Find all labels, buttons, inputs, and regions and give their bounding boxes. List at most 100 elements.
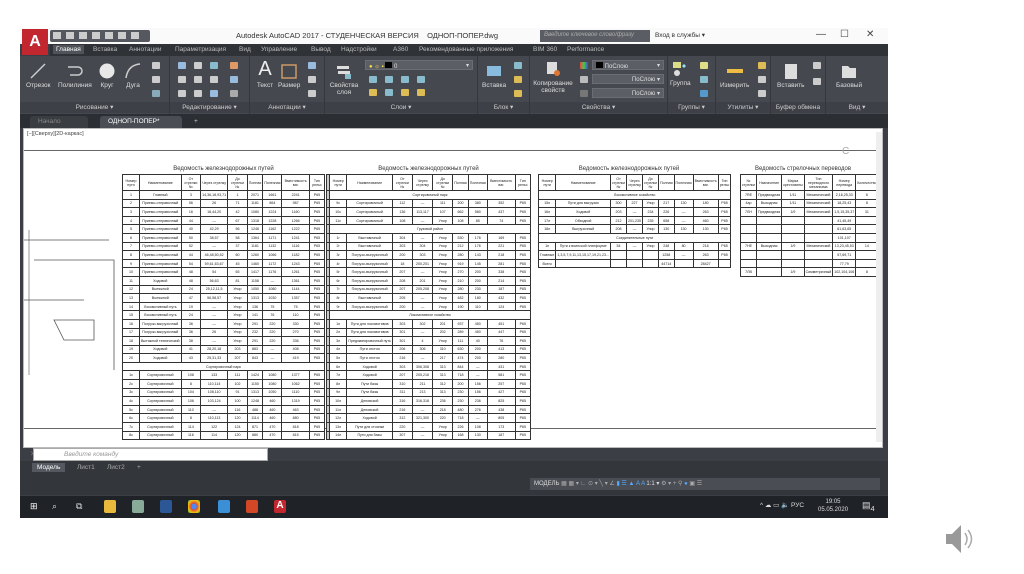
erase-icon[interactable] [230,62,238,69]
tab-featured-apps[interactable]: Рекомендованные приложения [416,45,516,54]
print-icon[interactable] [105,32,113,39]
photos-icon[interactable] [218,500,230,513]
create-block-icon[interactable] [514,62,522,69]
clipboard-panel-label[interactable]: Буфер обмена [771,102,825,113]
block-panel-label[interactable]: Блок ▾ [478,102,529,113]
customize-icon[interactable]: ▣ ☰ [688,481,702,487]
base-view-tool[interactable]: Базовый [836,62,862,89]
viewport-controls[interactable]: [−][Сверху][2D-каркас] [27,131,84,137]
task-view-icon[interactable]: ⧉ [76,501,82,512]
powerpoint-icon[interactable] [246,500,258,513]
id-point-icon[interactable] [758,76,766,83]
saveas-icon[interactable] [92,32,100,39]
layer-tool-icon[interactable] [369,76,377,83]
tab-addins[interactable]: Надстройки [338,45,380,54]
tab-sheet2[interactable]: Лист2 [102,463,130,472]
scale-icon[interactable] [194,90,202,97]
edit-attribute-icon[interactable] [514,90,522,97]
undo-icon[interactable] [118,32,126,39]
maximize-button[interactable]: ☐ [840,29,849,40]
explode-icon[interactable] [230,76,238,83]
cut-icon[interactable] [813,62,821,69]
region-icon[interactable] [152,90,160,97]
tab-bim360[interactable]: BIM 360 [530,45,560,54]
move-icon[interactable] [178,62,186,69]
group-tool[interactable]: Группа [670,60,691,87]
group-edit-icon[interactable] [700,76,708,83]
app-icon[interactable] [132,500,144,513]
new-tab-button[interactable]: + [186,116,206,128]
properties-panel-label[interactable]: Свойства ▾ [530,102,667,113]
add-layout-button[interactable]: + [132,463,146,472]
paste-tool[interactable]: Вставить [777,62,805,89]
redo-icon[interactable] [131,32,139,39]
arc-tool[interactable]: Дуга [124,62,142,89]
layer-dropdown[interactable]: ● ☼ ▪ 0 ▾ [365,60,473,70]
copy-clip-icon[interactable] [813,78,821,85]
tab-insert[interactable]: Вставка [90,45,120,54]
search-input[interactable]: Введите ключевое слово/фразу [540,30,650,42]
application-menu-button[interactable]: A [22,29,48,55]
circle-tool[interactable]: Круг [98,62,116,89]
annotation-icon[interactable]: ▮ ☰ ▲ A A [616,481,644,487]
open-icon[interactable] [66,32,74,39]
command-input[interactable]: Введите команду [33,448,268,461]
match-properties-tool[interactable]: Копирование свойств [532,60,574,94]
trim-icon[interactable] [210,62,218,69]
layer-tool-icon[interactable] [417,89,425,96]
offset-icon[interactable] [230,90,238,97]
layers-panel-label[interactable]: Слои ▾ [325,102,477,113]
login-button[interactable]: Вход в службы ▾ [655,31,705,39]
color-dropdown[interactable]: ПоСлою ▾ [592,60,664,70]
status-toggles[interactable]: ▦ ▦ ▾ ∟ ⊙ ▾ ╲ ▾ ∠ [561,481,616,487]
text-tool[interactable]: A Текст [256,58,274,89]
copy-icon[interactable] [178,76,186,83]
layer-tool-icon[interactable] [385,76,393,83]
search-icon[interactable]: ⌕ [52,501,57,512]
table-icon[interactable] [308,90,316,97]
tab-model[interactable]: Модель [32,463,66,472]
windows-start-icon[interactable]: ⊞ [30,501,38,512]
notifications-icon[interactable]: ▤4 [862,500,875,513]
measure-tool[interactable]: Измерить [720,62,749,89]
layer-tool-icon[interactable] [417,76,425,83]
rotate-icon[interactable] [194,62,202,69]
minimize-button[interactable]: — [816,29,826,40]
layer-tool-icon[interactable] [401,76,409,83]
calculator-icon[interactable] [758,90,766,97]
mirror-icon[interactable] [194,76,202,83]
tab-performance[interactable]: Performance [564,45,607,54]
new-icon[interactable] [53,32,61,39]
layer-properties-tool[interactable]: Свойства слоя [329,62,359,96]
vertical-scrollbar[interactable] [876,132,882,442]
hatch-icon[interactable] [152,76,160,83]
group-select-icon[interactable] [700,90,708,97]
line-tool[interactable]: Отрезок [26,62,51,89]
tab-manage[interactable]: Управление [258,45,300,54]
annotation-panel-label[interactable]: Аннотации ▾ [250,102,324,113]
close-button[interactable]: ✕ [866,29,874,40]
clock[interactable]: 19:05 05.05.2020 [818,498,848,514]
tab-annotate[interactable]: Аннотации [126,45,165,54]
layer-tool-icon[interactable] [401,89,409,96]
leader-icon[interactable] [308,76,316,83]
polyline-tool[interactable]: Полилиния [58,62,92,89]
status-toggles-right[interactable]: ⚙ ▾ + ⚲ [661,481,684,487]
tab-start[interactable]: Начало [30,116,88,128]
edit-block-icon[interactable] [514,76,522,83]
rectangle-icon[interactable] [152,62,160,69]
utilities-panel-label[interactable]: Утилиты ▾ [716,102,770,113]
stretch-icon[interactable] [178,90,186,97]
dimension-tool[interactable]: Размер [278,62,300,89]
insert-tool[interactable]: Вставка [482,62,506,89]
tab-output[interactable]: Вывод [308,45,334,54]
groups-panel-label[interactable]: Группы ▾ [668,102,715,113]
tab-parametric[interactable]: Параметризация [172,45,229,54]
speaker-icon[interactable] [944,522,974,556]
array-icon[interactable] [210,90,218,97]
tab-drawing[interactable]: ОДНОП-ПОПЕР* [100,116,182,128]
fillet-icon[interactable] [210,76,218,83]
language-indicator[interactable]: РУС [791,502,804,509]
tab-a360[interactable]: А360 [390,45,411,54]
file-explorer-icon[interactable] [104,500,116,513]
